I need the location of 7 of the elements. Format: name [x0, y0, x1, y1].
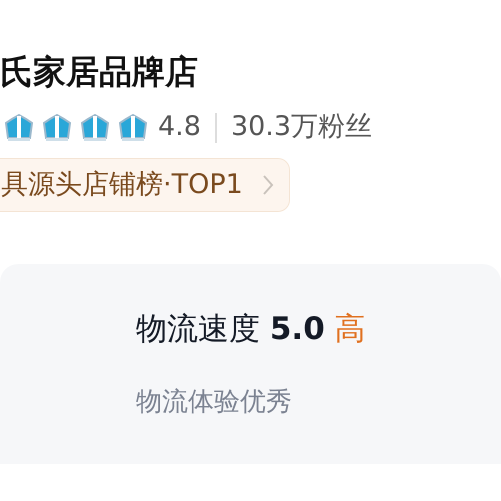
followers-count: 30.3万粉丝 [230, 110, 372, 144]
shop-name: 氏家居品牌店 [0, 52, 199, 92]
rank-badge[interactable]: 具源头店铺榜·TOP1 [0, 158, 290, 212]
score-note: 物流体验优秀 [136, 386, 293, 419]
logistics-score: 物流速度 5.0 高 [136, 310, 367, 350]
chevron-right-icon [260, 172, 275, 197]
rating: 4.8 [158, 110, 201, 144]
